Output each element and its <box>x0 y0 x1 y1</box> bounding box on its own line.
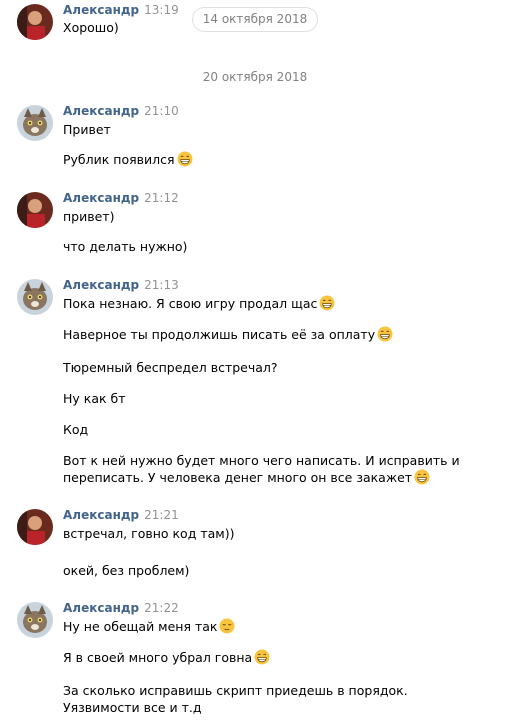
message-text: Пока незнаю. Я свою игру продал щас <box>63 295 335 312</box>
avatar[interactable] <box>17 105 53 141</box>
date-separator: 20 октября 2018 <box>202 70 308 84</box>
message-text: встречал, говно код там)) <box>63 526 235 541</box>
message-text: привет) <box>63 209 115 224</box>
message-time: 21:22 <box>144 601 179 615</box>
author-name[interactable]: Александр <box>63 278 139 292</box>
author-name[interactable]: Александр <box>63 3 139 17</box>
message-time: 21:13 <box>144 278 179 292</box>
message-text: Наверное ты продолжишь писать её за опла… <box>63 326 393 343</box>
message-time: 21:21 <box>144 508 179 522</box>
message-text: Ну не обещай меня так <box>63 618 235 635</box>
author-name[interactable]: Александр <box>63 191 139 205</box>
author-name[interactable]: Александр <box>63 508 139 522</box>
grin-emoji-icon <box>377 326 393 342</box>
avatar[interactable] <box>17 279 53 315</box>
avatar[interactable] <box>17 602 53 638</box>
grin-emoji-icon <box>414 469 430 485</box>
message-time: 21:10 <box>144 104 179 118</box>
message-time: 13:19 <box>144 3 179 17</box>
message-text: Вот к ней нужно будет много чего написат… <box>63 453 460 468</box>
avatar[interactable] <box>17 509 53 545</box>
message-text: Я в своей много убрал говна <box>63 649 270 666</box>
message-text: Код <box>63 422 89 437</box>
message-text: Хорошо) <box>63 20 119 35</box>
grin-emoji-icon <box>254 649 270 665</box>
message-text: Уязвимости все и т.д <box>63 700 202 715</box>
author-name[interactable]: Александр <box>63 104 139 118</box>
relieved-emoji-icon <box>219 618 235 634</box>
grin-emoji-icon <box>177 151 193 167</box>
message-text: Рублик появился <box>63 151 193 168</box>
message-text: переписать. У человека денег много он вс… <box>63 469 430 486</box>
message-text: Тюремный беспредел встречал? <box>63 360 278 375</box>
message-text: окей, без проблем) <box>63 563 190 578</box>
message-time: 21:12 <box>144 191 179 205</box>
avatar[interactable] <box>17 192 53 228</box>
avatar[interactable] <box>17 4 53 40</box>
message-text: Привет <box>63 122 111 137</box>
message-text: что делать нужно) <box>63 239 188 254</box>
author-name[interactable]: Александр <box>63 601 139 615</box>
message-text: Ну как бт <box>63 391 126 406</box>
message-text: За сколько исправишь скрипт приедешь в п… <box>63 683 408 698</box>
floating-date-badge: 14 октября 2018 <box>192 7 318 32</box>
grin-emoji-icon <box>319 295 335 311</box>
